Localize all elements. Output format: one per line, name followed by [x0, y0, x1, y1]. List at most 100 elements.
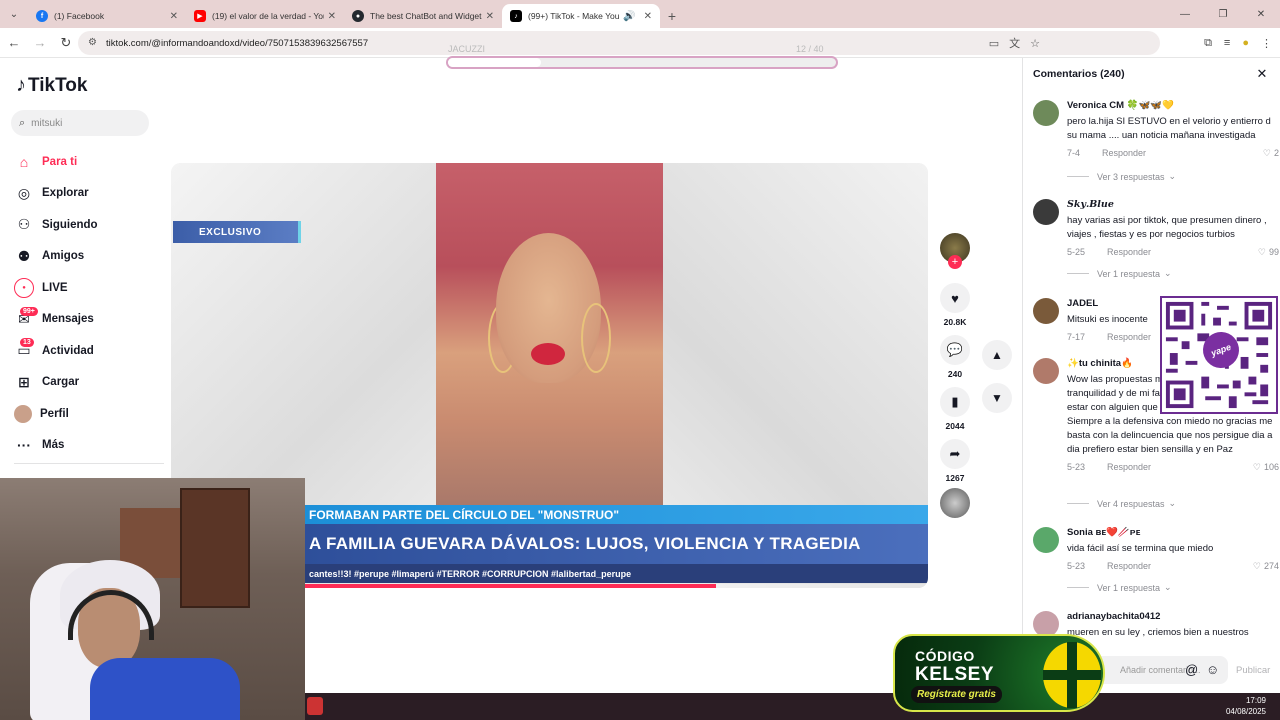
site-info-icon[interactable]: ⚙ [88, 37, 100, 49]
avatar[interactable] [1033, 298, 1059, 324]
divider [1067, 587, 1089, 588]
comment-user[interactable]: Sonia ʙᴇ❤️🥢ᴘᴇ [1067, 527, 1279, 540]
browser-tab[interactable]: f (1) Facebook ✕ [28, 4, 186, 28]
reply-button[interactable]: Responder [1107, 462, 1151, 472]
sidebar-item-explorar[interactable]: ◎ Explorar [14, 178, 164, 210]
forward-icon[interactable]: → [28, 31, 52, 55]
news-ticker-top: FORMABAN PARTE DEL CÍRCULO DEL "MONSTRUO… [305, 505, 928, 524]
heart-outline-icon: ♡ [1262, 147, 1271, 158]
comment-text: mueren en su ley , criemos bien a nuestr… [1067, 627, 1249, 638]
comment-user[interactable]: 𝑺𝒌𝒚.𝑩𝒍𝒖𝒆 [1067, 199, 1279, 212]
publish-button[interactable]: Publicar [1236, 665, 1270, 676]
news-headline: A FAMILIA GUEVARA DÁVALOS: LUJOS, VIOLEN… [305, 524, 928, 564]
sidebar-item-perfil[interactable]: Perfil [14, 398, 164, 430]
close-icon[interactable]: ✕ [170, 11, 178, 22]
profile-avatar-icon[interactable]: ● [1242, 37, 1249, 49]
comment-user[interactable]: Veronica CM 🍀🦋🦋💛 [1067, 100, 1279, 113]
restore-icon[interactable]: ❐ [1204, 0, 1242, 28]
window-controls: — ❐ ✕ [1166, 0, 1280, 28]
sidebar-item-live[interactable]: ● LIVE [14, 272, 164, 304]
tab-label: (19) el valor de la verdad - YouTube [212, 11, 324, 21]
close-icon[interactable]: ✕ [486, 11, 494, 22]
webcam-person-body [90, 658, 240, 720]
new-tab-button[interactable]: + [660, 4, 684, 28]
comment-like-button[interactable]: ♡ 99 [1258, 247, 1279, 258]
sidebar-item-siguiendo[interactable]: ⚇ Siguiendo [14, 209, 164, 241]
like-button[interactable]: ♥ [940, 283, 970, 313]
save-button[interactable]: ▮ [940, 387, 970, 417]
sidebar-item-mas[interactable]: ··· Más [14, 430, 164, 462]
back-icon[interactable]: ← [2, 31, 26, 55]
close-icon[interactable]: ✕ [644, 11, 652, 22]
music-disc-icon[interactable] [940, 488, 970, 518]
reload-icon[interactable]: ↻ [54, 31, 78, 55]
browser-toolbar: ← → ↻ ⚙ tiktok.com/@informandoandoxd/vid… [0, 28, 1280, 58]
comment-user[interactable]: adrianaybachita0412 [1067, 611, 1279, 624]
app-icon[interactable] [307, 697, 323, 715]
previous-video-button[interactable]: ▲ [982, 340, 1012, 370]
sidebar-item-amigos[interactable]: ⚉ Amigos [14, 241, 164, 273]
view-replies-button[interactable]: Ver 4 respuestas ⌄ [1067, 498, 1176, 509]
browser-tab[interactable]: ● The best ChatBot and Widgets ✕ [344, 4, 502, 28]
browser-tab-bar: ⌄ f (1) Facebook ✕ ▶ (19) el valor de la… [0, 0, 1280, 28]
comment-text: vida fácil así se termina que miedo [1067, 543, 1214, 554]
avatar[interactable] [1033, 358, 1059, 384]
emoji-icon[interactable]: ☺ [1206, 662, 1219, 677]
comment-text: pero la.hija SI ESTUVO en el velorio y e… [1067, 116, 1271, 141]
sidebar-item-label: Mensajes [42, 313, 94, 326]
sidebar-item-mensajes[interactable]: ✉ 99+ Mensajes [14, 304, 164, 336]
comment-like-button[interactable]: ♡ 274 [1253, 561, 1279, 572]
comment-date: 7-17 [1067, 332, 1086, 342]
extensions-icon[interactable]: ⧉ [1204, 37, 1212, 50]
comment-like-button[interactable]: ♡ 2 [1263, 148, 1279, 159]
avatar[interactable] [1033, 100, 1059, 126]
omnibox-icons: ▭ 文 ☆ [989, 31, 1040, 55]
avatar[interactable] [1033, 527, 1059, 553]
browser-tab-active[interactable]: ♪ (99+) TikTok - Make Your Day 🔊 ✕ [502, 4, 660, 28]
promo-line1: CÓDIGO [915, 648, 975, 664]
sidebar-item-cargar[interactable]: ⊞ Cargar [14, 367, 164, 399]
heart-outline-icon: ♡ [1252, 560, 1261, 571]
next-video-button[interactable]: ▼ [982, 383, 1012, 413]
video-frame-person [436, 163, 663, 508]
follow-plus-icon[interactable]: + [948, 255, 962, 269]
browser-tab[interactable]: ▶ (19) el valor de la verdad - YouTube ✕ [186, 4, 344, 28]
creator-avatar[interactable]: + [940, 233, 970, 269]
cast-icon[interactable]: ▭ [989, 37, 999, 50]
bookmark-star-icon[interactable]: ☆ [1030, 37, 1040, 50]
speaker-icon[interactable]: 🔊 [623, 11, 635, 22]
mention-icon[interactable]: @ [1185, 662, 1198, 677]
tiktok-logo[interactable]: ♪ TikTok [16, 74, 87, 97]
address-bar[interactable]: ⚙ tiktok.com/@informandoandoxd/video/750… [78, 31, 1160, 55]
tiktok-note-icon: ♪ [16, 74, 26, 96]
avatar[interactable] [1033, 199, 1059, 225]
sidebar-item-actividad[interactable]: ▭ 13 Actividad [14, 335, 164, 367]
close-comments-icon[interactable]: ✕ [1252, 64, 1272, 84]
reply-button[interactable]: Responder [1107, 247, 1151, 257]
view-replies-button[interactable]: Ver 1 respuesta ⌄ [1067, 582, 1172, 593]
comment-button[interactable]: 💬 [940, 335, 970, 365]
sidebar-item-label: Perfil [40, 407, 69, 420]
sidebar-item-label: Siguiendo [42, 218, 98, 231]
close-window-icon[interactable]: ✕ [1242, 0, 1280, 28]
media-icon[interactable]: ≡ [1224, 37, 1230, 49]
browser-menu-icon[interactable]: ⋮ [1261, 37, 1272, 50]
view-replies-button[interactable]: Ver 3 respuestas ⌄ [1067, 171, 1176, 182]
minimize-icon[interactable]: — [1166, 0, 1204, 28]
translate-icon[interactable]: 文 [1009, 35, 1020, 51]
close-icon[interactable]: ✕ [328, 11, 336, 22]
reply-button[interactable]: Responder [1107, 561, 1151, 571]
sidebar-item-para-ti[interactable]: ⌂ Para ti [14, 146, 164, 178]
share-button[interactable]: ➦ [940, 439, 970, 469]
reply-button[interactable]: Responder [1102, 148, 1146, 158]
tab-search-icon[interactable]: ⌄ [0, 0, 28, 28]
search-input[interactable]: ⌕ mitsuki [11, 110, 149, 136]
notification-badge: 99+ [20, 306, 38, 316]
youtube-icon: ▶ [194, 10, 206, 22]
overlay-progress-count: 12 / 40 [796, 44, 824, 54]
reply-button[interactable]: Responder [1107, 332, 1151, 342]
view-replies-button[interactable]: Ver 1 respuesta ⌄ [1067, 268, 1172, 279]
following-icon: ⚇ [17, 216, 31, 233]
comment-like-button[interactable]: ♡ 106 [1253, 462, 1279, 473]
divider [1067, 176, 1089, 177]
